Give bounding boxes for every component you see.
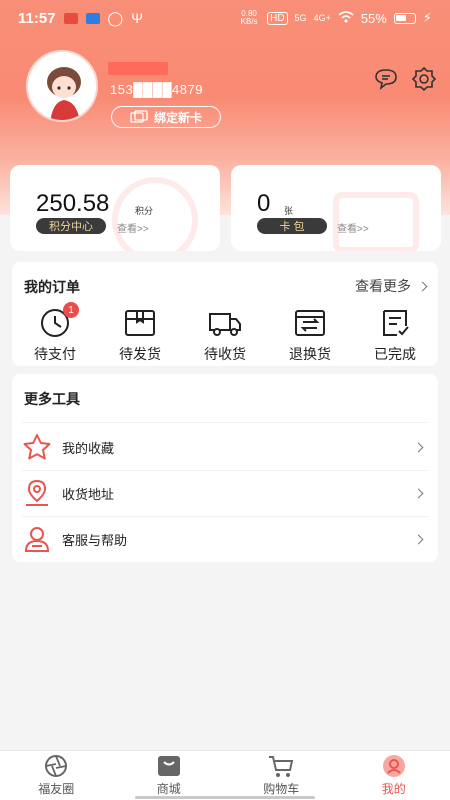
tab-label: 福友圈 <box>38 782 75 796</box>
tab-label: 我的 <box>381 782 406 796</box>
box-icon <box>125 310 155 336</box>
coin-watermark-icon <box>112 177 198 251</box>
tab-mine[interactable]: 我的 <box>338 751 450 800</box>
orders-section: 我的订单 查看更多 1 待支付 待发货 待收货 退换货 已完成 <box>12 262 438 366</box>
order-pending-payment[interactable]: 1 待支付 <box>20 302 90 364</box>
battery-icon <box>393 12 416 24</box>
points-center-pill[interactable]: 积分中心 <box>36 218 106 234</box>
tool-label: 我的收藏 <box>62 440 115 456</box>
tool-address[interactable]: 收货地址 <box>12 470 438 516</box>
wallet-unit: 张 <box>284 206 294 216</box>
order-completed[interactable]: 已完成 <box>360 308 430 364</box>
return-icon <box>295 310 325 336</box>
tab-mall[interactable]: 商城 <box>113 751 226 800</box>
order-label: 退换货 <box>289 346 331 362</box>
order-returns[interactable]: 退换货 <box>275 308 345 364</box>
card-wallet-pill[interactable]: 卡 包 <box>257 218 327 234</box>
card-watermark-icon <box>333 192 419 251</box>
message-icon[interactable] <box>373 66 399 92</box>
hd-icon: HD <box>267 11 288 25</box>
bind-card-button[interactable]: 绑定新卡 <box>111 106 221 128</box>
orders-title: 我的订单 <box>24 279 80 295</box>
app-notification-icon <box>85 12 100 24</box>
tool-favorites[interactable]: 我的收藏 <box>12 424 438 470</box>
username-redacted <box>108 62 168 75</box>
battery-percent: 55% <box>360 10 387 26</box>
network-speed: 0.80 KB/s <box>240 9 258 26</box>
tab-moments[interactable]: 福友圈 <box>0 751 113 800</box>
checklist-icon <box>383 310 409 336</box>
profile-icon <box>382 755 405 777</box>
status-time: 11:57 <box>18 9 56 27</box>
tab-cart[interactable]: 购物车 <box>225 751 338 800</box>
wallet-view-link[interactable]: 查看>> <box>337 220 369 235</box>
order-label: 已完成 <box>374 346 416 362</box>
wifi-icon <box>338 10 354 26</box>
bind-card-label: 绑定新卡 <box>153 110 202 125</box>
card-icon <box>130 110 148 123</box>
points-unit: 积分 <box>135 206 154 216</box>
chevron-right-icon <box>413 534 424 544</box>
shopping-bag-icon <box>157 756 180 776</box>
chevron-right-icon <box>417 281 428 291</box>
signal-5g-icon: 5G <box>294 13 307 23</box>
phone-number: 153████4879 <box>110 82 203 97</box>
order-label: 待收货 <box>204 346 246 362</box>
aperture-icon <box>45 755 68 777</box>
orders-more-label: 查看更多 <box>355 278 411 294</box>
cart-icon <box>269 756 294 777</box>
order-label: 待支付 <box>34 346 76 362</box>
order-pending-shipment[interactable]: 待发货 <box>105 308 175 364</box>
tool-label: 收货地址 <box>62 486 115 502</box>
bottom-tab-bar: 福友圈 商城 购物车 我的 <box>0 750 450 800</box>
order-label: 待发货 <box>119 346 161 362</box>
usb-icon: Ψ <box>131 10 143 26</box>
location-icon <box>26 479 48 506</box>
pending-payment-badge: 1 <box>63 302 79 318</box>
star-icon <box>23 434 51 460</box>
tools-title: 更多工具 <box>24 391 80 407</box>
wallet-card[interactable]: 0 张 卡 包 查看>> <box>231 165 441 251</box>
tools-section: 更多工具 我的收藏 收货地址 客服与帮助 <box>12 374 438 562</box>
chevron-right-icon <box>413 442 424 452</box>
settings-icon[interactable] <box>411 66 437 92</box>
points-card[interactable]: 250.58 积分 积分中心 查看>> <box>10 165 220 251</box>
tool-label: 客服与帮助 <box>62 532 128 548</box>
customer-service-icon <box>24 527 50 552</box>
charging-icon: ⚡ <box>422 10 432 25</box>
tab-label: 商城 <box>156 782 181 796</box>
order-pending-receipt[interactable]: 待收货 <box>190 308 260 364</box>
tool-support[interactable]: 客服与帮助 <box>12 516 438 562</box>
signal-4g-icon: 4G+ <box>313 13 331 23</box>
truck-icon <box>209 313 241 336</box>
app-notification-icon <box>63 12 78 24</box>
points-view-link[interactable]: 查看>> <box>117 220 149 235</box>
chat-notification-icon: ◯ <box>107 9 124 26</box>
tab-label: 购物车 <box>263 782 300 796</box>
status-bar: 11:57 ◯ Ψ 0.80 KB/s HD 5G 4G+ 55% ⚡ <box>0 0 450 36</box>
chevron-right-icon <box>413 488 424 498</box>
wallet-count: 0 <box>257 190 271 217</box>
orders-more-link[interactable]: 查看更多 <box>355 276 428 296</box>
avatar[interactable] <box>26 50 98 122</box>
home-indicator <box>135 796 315 799</box>
divider <box>22 422 428 423</box>
points-value: 250.58 <box>36 190 110 217</box>
